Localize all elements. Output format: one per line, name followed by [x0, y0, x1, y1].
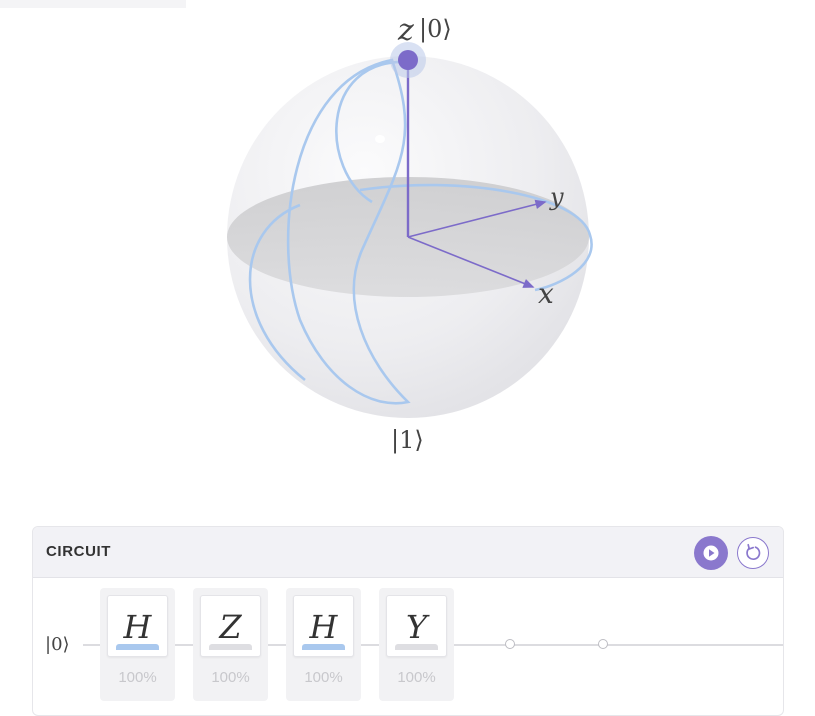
gate-percent: 100%	[118, 669, 157, 686]
ket-zero-label: |0⟩	[419, 15, 452, 44]
play-button[interactable]	[694, 536, 728, 570]
gate-tile: Y	[386, 595, 447, 657]
gate-tile: H	[107, 595, 168, 657]
gate-symbol: Y	[405, 608, 428, 646]
circuit-panel: CIRCUIT |0⟩ H 100% Z 100% H 100% Y 100%	[32, 526, 784, 716]
qubit-label: |0⟩	[45, 634, 70, 655]
empty-gate-slot[interactable]	[505, 639, 515, 649]
gate-bar	[302, 644, 345, 650]
bloch-sphere: z |0⟩ y x |1⟩	[227, 13, 593, 455]
z-axis-label: z	[397, 13, 414, 48]
state-vector-point	[398, 50, 418, 70]
gate-bar	[209, 644, 252, 650]
gate-bar	[395, 644, 438, 650]
gate-z[interactable]: Z 100%	[193, 588, 268, 701]
circuit-header: CIRCUIT	[33, 527, 783, 578]
reset-button[interactable]	[737, 537, 769, 569]
gate-symbol: H	[309, 608, 338, 646]
sphere-highlight	[375, 135, 385, 143]
y-axis-label: y	[549, 183, 564, 211]
gate-y[interactable]: Y 100%	[379, 588, 454, 701]
gate-tile: Z	[200, 595, 261, 657]
circuit-title: CIRCUIT	[46, 543, 112, 560]
reset-icon	[746, 543, 761, 560]
gate-bar	[116, 644, 159, 650]
gate-tile: H	[293, 595, 354, 657]
play-icon	[703, 545, 719, 561]
empty-gate-slot[interactable]	[598, 639, 608, 649]
gate-h-2[interactable]: H 100%	[286, 588, 361, 701]
gate-h-1[interactable]: H 100%	[100, 588, 175, 701]
gate-percent: 100%	[304, 669, 343, 686]
gate-symbol: Z	[219, 608, 242, 646]
ket-one-label: |1⟩	[391, 426, 424, 455]
gate-percent: 100%	[397, 669, 436, 686]
x-axis-label: x	[538, 277, 554, 310]
gate-symbol: H	[123, 608, 152, 646]
gate-percent: 100%	[211, 669, 250, 686]
